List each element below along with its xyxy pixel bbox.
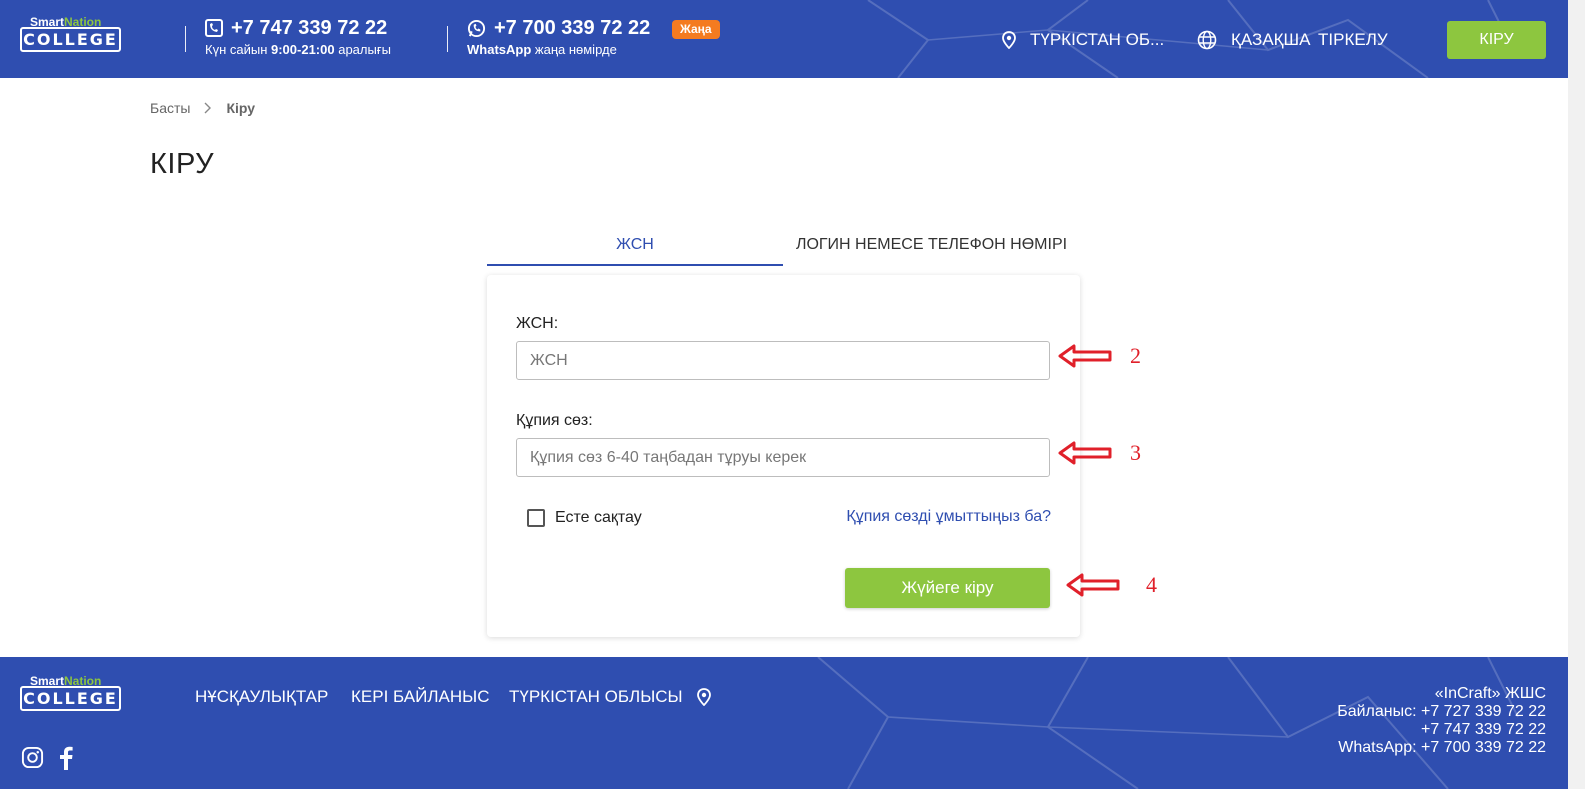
footer-logo[interactable]: SmartNation COLLEGE (20, 674, 121, 711)
location-pin-icon (696, 688, 711, 706)
phone-main-number: +7 747 339 72 22 (231, 17, 388, 39)
footer-contacts: «InCraft» ЖШС Байланыс: +7 727 339 72 22… (1337, 685, 1546, 757)
tab-login-or-phone[interactable]: ЛОГИН НЕМЕСЕ ТЕЛЕФОН НӨМІРІ (783, 226, 1080, 266)
region-label: ТҮРКІСТАН ОБ... (1030, 30, 1165, 49)
annotation-number: 4 (1146, 572, 1157, 597)
footer-link-instructions[interactable]: НҰСҚАУЛЫҚТАР (195, 687, 328, 707)
password-label: Құпия сөз: (516, 412, 593, 429)
footer: SmartNation COLLEGE НҰСҚАУЛЫҚТАР КЕРІ БА… (0, 657, 1568, 789)
phone-main[interactable]: +7 747 339 72 22 Күн сайын 9:00-21:00 ар… (205, 16, 391, 58)
password-input[interactable] (516, 438, 1050, 477)
footer-region-label: ТҮРКІСТАН ОБЛЫСЫ (509, 687, 683, 706)
forgot-password-link[interactable]: Құпия сөзді ұмыттыңыз ба? (846, 508, 1051, 526)
chevron-right-icon (204, 102, 212, 114)
annotation-number: 3 (1130, 440, 1141, 465)
header-divider (185, 26, 186, 52)
facebook-icon[interactable] (58, 746, 74, 770)
whatsapp-icon (467, 19, 486, 37)
contact-phone[interactable]: Байланыс: +7 727 339 72 22 (1337, 703, 1546, 721)
new-badge: Жаңа (672, 20, 720, 39)
arrow-left-icon (1058, 441, 1112, 465)
arrow-left-icon (1058, 344, 1112, 368)
language-selector[interactable]: ҚАЗАҚША (1197, 29, 1310, 51)
contact-phone-2[interactable]: +7 747 339 72 22 (1337, 721, 1546, 739)
contact-whatsapp[interactable]: WhatsApp: +7 700 339 72 22 (1337, 739, 1546, 757)
phone-whatsapp-note: WhatsApp жаңа нөмірде (467, 42, 617, 57)
remember-checkbox[interactable] (527, 509, 545, 527)
logo-college-text: COLLEGE (20, 686, 121, 711)
remember-me[interactable]: Есте сақтау (527, 509, 642, 527)
tab-iin[interactable]: ЖСН (487, 226, 783, 266)
header-divider (447, 26, 448, 52)
top-header: SmartNation COLLEGE +7 747 339 72 22 Күн… (0, 0, 1568, 78)
breadcrumb: Басты Кіру (150, 100, 255, 116)
submit-login-button[interactable]: Жүйеге кіру (845, 568, 1050, 608)
remember-label: Есте сақтау (555, 509, 642, 526)
site-logo[interactable]: SmartNation COLLEGE (20, 15, 121, 52)
phone-icon (205, 19, 223, 37)
login-tabs: ЖСН ЛОГИН НЕМЕСЕ ТЕЛЕФОН НӨМІРІ (487, 226, 1080, 266)
footer-region[interactable]: ТҮРКІСТАН ОБЛЫСЫ (509, 687, 711, 707)
language-label: ҚАЗАҚША (1231, 30, 1311, 49)
page: SmartNation COLLEGE +7 747 339 72 22 Күн… (0, 0, 1585, 789)
location-pin-icon (1002, 31, 1016, 49)
annotation-number: 2 (1130, 343, 1141, 368)
phone-main-hours: Күн сайын 9:00-21:00 аралығы (205, 42, 391, 57)
phone-whatsapp-number: +7 700 339 72 22 (494, 17, 651, 39)
arrow-left-icon (1066, 573, 1120, 597)
annotation-3: 3 (1058, 440, 1141, 466)
page-title: КІРУ (150, 148, 215, 180)
annotation-2: 2 (1058, 343, 1141, 369)
logo-college-text: COLLEGE (20, 27, 121, 52)
footer-link-feedback[interactable]: КЕРІ БАЙЛАНЫС (351, 687, 489, 707)
register-link[interactable]: ТІРКЕЛУ (1318, 29, 1388, 51)
company-name: «InCraft» ЖШС (1434, 685, 1546, 702)
annotation-4: 4 (1066, 572, 1157, 598)
iin-label: ЖСН: (516, 315, 559, 332)
iin-input[interactable] (516, 341, 1050, 380)
breadcrumb-current: Кіру (226, 100, 256, 116)
page-scrollbar[interactable] (1568, 0, 1585, 789)
breadcrumb-home[interactable]: Басты (150, 100, 190, 116)
login-form-card: ЖСН: Құпия сөз: Есте сақтау Құпия сөзді … (487, 275, 1080, 637)
phone-whatsapp[interactable]: +7 700 339 72 22 WhatsApp жаңа нөмірде (467, 16, 650, 58)
globe-icon (1197, 30, 1217, 50)
header-login-button[interactable]: КІРУ (1447, 21, 1546, 59)
instagram-icon[interactable] (21, 746, 44, 769)
region-selector[interactable]: ТҮРКІСТАН ОБ... (1002, 29, 1164, 51)
